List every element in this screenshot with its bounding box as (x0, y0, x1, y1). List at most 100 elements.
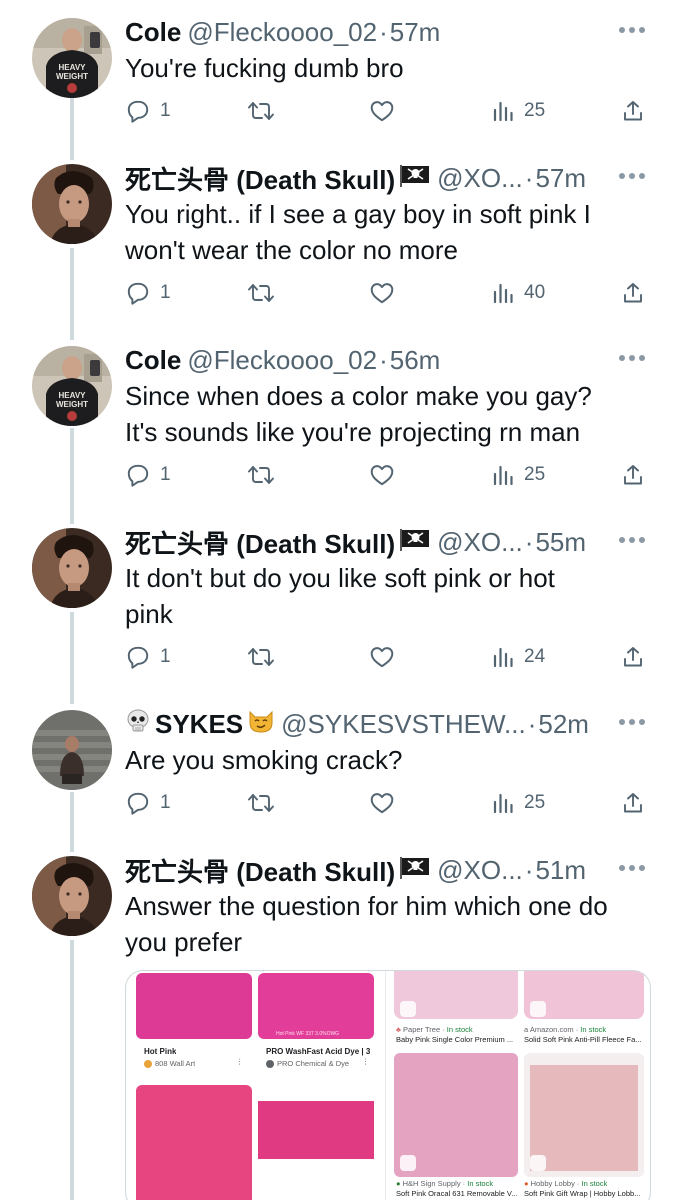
timestamp[interactable]: 56m (390, 345, 441, 376)
timestamp[interactable]: 57m (535, 163, 586, 194)
share-button[interactable] (621, 94, 645, 128)
tweet[interactable]: HEAVY WEIGHT Cole @Fleckoooo_02 · 56m Si… (0, 342, 681, 512)
separator: · (524, 162, 534, 193)
avatar[interactable]: HEAVY WEIGHT (32, 18, 112, 98)
views-button[interactable]: 24 (491, 640, 545, 674)
separator: · (527, 708, 537, 739)
result-title: Baby Pink Single Color Premium ... (396, 1035, 514, 1044)
retweet-icon (248, 794, 274, 812)
image-icon (400, 1001, 416, 1017)
svg-text:WEIGHT: WEIGHT (56, 400, 88, 409)
tweet[interactable]: HEAVY WEIGHT Cole @Fleckoooo_02 · 57m Yo… (0, 14, 681, 144)
stock-status: In stock (581, 1179, 608, 1188)
share-button[interactable] (621, 786, 645, 820)
display-name[interactable]: 死亡头骨 (Death Skull) (125, 160, 395, 197)
tweet-text-line: won't wear the color no more (125, 235, 459, 265)
more-icon[interactable]: ⋮ (236, 1057, 244, 1067)
reply-icon (127, 464, 149, 487)
like-icon (370, 101, 394, 122)
retweet-button[interactable] (247, 94, 275, 128)
avatar[interactable] (32, 856, 112, 936)
like-button[interactable] (369, 458, 395, 492)
retweet-button[interactable] (247, 276, 275, 310)
source-icon (266, 1060, 274, 1069)
tweet[interactable]: 死亡头骨 (Death Skull) @XO... · 57m You righ… (0, 160, 681, 330)
handle[interactable]: @XO... (437, 163, 523, 194)
tweet[interactable]: SYKES @SYKESVSTHEW... · 52m Are you smok… (0, 706, 681, 836)
pirate-flag-icon (399, 855, 431, 886)
display-name[interactable]: SYKES (155, 709, 243, 740)
more-icon[interactable] (619, 537, 645, 545)
more-icon[interactable] (619, 355, 645, 363)
reply-button[interactable]: 1 (125, 94, 171, 128)
timestamp[interactable]: 51m (535, 855, 586, 886)
handle[interactable]: @XO... (437, 855, 523, 886)
display-name[interactable]: Cole (125, 345, 181, 376)
views-button[interactable]: 25 (491, 94, 545, 128)
reply-button[interactable]: 1 (125, 458, 171, 492)
tweet-actions: 1 40 (125, 276, 651, 310)
retweet-button[interactable] (247, 458, 275, 492)
handle[interactable]: @XO... (437, 527, 523, 558)
views-icon (493, 647, 513, 668)
like-button[interactable] (369, 640, 395, 674)
avatar[interactable] (32, 528, 112, 608)
avatar[interactable] (32, 164, 112, 244)
timestamp[interactable]: 52m (538, 709, 589, 740)
tweet-header: 死亡头骨 (Death Skull) @XO... · 55m (125, 524, 586, 560)
separator: · (524, 526, 534, 557)
tweet[interactable]: 死亡头骨 (Death Skull) @XO... · 55m It don't… (0, 524, 681, 694)
more-icon[interactable]: ⋮ (362, 1057, 370, 1067)
avatar[interactable] (32, 710, 112, 790)
display-name[interactable]: 死亡头骨 (Death Skull) (125, 852, 395, 889)
more-icon[interactable] (619, 865, 645, 873)
share-button[interactable] (621, 640, 645, 674)
tweet-actions: 1 25 (125, 458, 651, 492)
handle[interactable]: @Fleckoooo_02 (187, 345, 377, 376)
reply-button[interactable]: 1 (125, 640, 171, 674)
timestamp[interactable]: 55m (535, 527, 586, 558)
share-button[interactable] (621, 458, 645, 492)
retweet-button[interactable] (247, 786, 275, 820)
source-icon: ● (396, 1179, 403, 1188)
result-source-text: Hobby Lobby (530, 1179, 575, 1188)
share-icon (624, 283, 642, 303)
stock-status: In stock (467, 1179, 494, 1188)
views-button[interactable]: 25 (491, 458, 545, 492)
display-name[interactable]: 死亡头骨 (Death Skull) (125, 524, 395, 561)
reply-button[interactable]: 1 (125, 786, 171, 820)
like-button[interactable] (369, 786, 395, 820)
display-name[interactable]: Cole (125, 17, 181, 48)
handle[interactable]: @SYKESVSTHEW... (281, 709, 526, 740)
reply-icon (127, 646, 149, 669)
svg-text:WEIGHT: WEIGHT (56, 72, 88, 81)
avatar[interactable]: HEAVY WEIGHT (32, 346, 112, 426)
like-button[interactable] (369, 276, 395, 310)
tweet-text-line: you prefer (125, 927, 243, 957)
views-icon (493, 101, 513, 122)
more-icon[interactable] (619, 173, 645, 181)
share-button[interactable] (621, 276, 645, 310)
share-icon (624, 465, 642, 485)
retweet-icon (248, 102, 274, 120)
tweet-text: Answer the question for him which one do… (125, 888, 655, 960)
retweet-icon (248, 284, 274, 302)
views-button[interactable]: 25 (491, 786, 545, 820)
tweet-text-line: Answer the question for him which one do (125, 891, 608, 921)
reply-icon (127, 792, 149, 815)
timestamp[interactable]: 57m (390, 17, 441, 48)
views-button[interactable]: 40 (491, 276, 545, 310)
tweet-header: 死亡头骨 (Death Skull) @XO... · 51m (125, 852, 586, 888)
reply-icon (127, 100, 149, 123)
more-icon[interactable] (619, 719, 645, 727)
retweet-button[interactable] (247, 640, 275, 674)
tweet-media-image[interactable]: Hot Pink WF 337 3.0%OWG Hot Pink 808 Wal… (125, 970, 651, 1200)
like-button[interactable] (369, 94, 395, 128)
handle[interactable]: @Fleckoooo_02 (187, 17, 377, 48)
result-source-text: Amazon.com (529, 1025, 574, 1034)
reply-count: 1 (160, 792, 171, 813)
more-icon[interactable] (619, 27, 645, 35)
reply-button[interactable]: 1 (125, 276, 171, 310)
share-icon (624, 647, 642, 667)
like-icon (370, 793, 394, 814)
